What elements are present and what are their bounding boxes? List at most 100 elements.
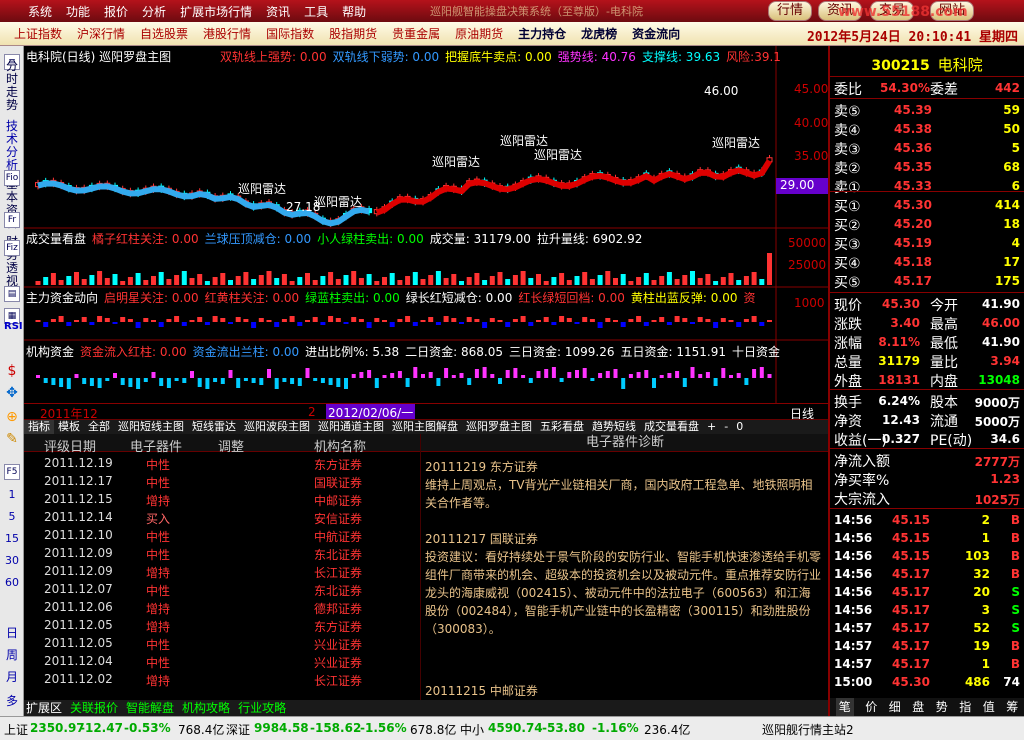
bid-level[interactable]: 买④ 45.18 17 [830, 253, 1024, 272]
menu-extended-market[interactable]: 扩展市场行情 [180, 3, 252, 20]
table-row[interactable]: 2011.12.05 中性 兴业证券 [24, 634, 420, 652]
tab-template[interactable]: 模板 [54, 420, 84, 434]
tab-channel-main[interactable]: 巡阳通道主图 [314, 420, 388, 434]
reset-button[interactable]: 0 [732, 420, 747, 434]
tab-wave-main[interactable]: 巡阳波段主图 [240, 420, 314, 434]
nav-dragon-tiger[interactable]: 龙虎榜 [581, 25, 617, 42]
zoom-out-button[interactable]: - [720, 420, 732, 434]
menu-function[interactable]: 功能 [66, 3, 90, 20]
nav-intl-index[interactable]: 国际指数 [266, 25, 314, 42]
period-day[interactable]: 日 [2, 624, 22, 641]
nav-futures[interactable]: 股指期货 [329, 25, 377, 42]
f5-icon[interactable]: F5 [4, 464, 20, 480]
menu-news[interactable]: 资讯 [266, 3, 290, 20]
zoom-icon[interactable]: ⊕ [4, 410, 20, 426]
table-row[interactable]: 2011.12.05 增持 东方证券 [24, 616, 420, 634]
market-button[interactable]: 行情 [768, 1, 813, 21]
table-row[interactable]: 2011.12.15 增持 中邮证券 [24, 490, 420, 508]
pencil-icon[interactable]: ✎ [4, 432, 20, 448]
tab-industry-guide[interactable]: 行业攻略 [238, 700, 286, 716]
tab-price[interactable]: 价 [865, 698, 877, 716]
ask-level[interactable]: 卖③ 45.36 5 [830, 139, 1024, 158]
tab-main-analysis[interactable]: 巡阳主图解盘 [388, 420, 462, 434]
menu-quote[interactable]: 报价 [104, 3, 128, 20]
menu-system[interactable]: 系统 [28, 3, 52, 20]
table-row[interactable]: 2011.12.19 中性 东方证券 [24, 454, 420, 472]
dollar-icon[interactable]: $ [4, 364, 20, 380]
period-week[interactable]: 周 [2, 646, 22, 663]
kline-chart-area[interactable]: 电科院(日线) 巡阳罗盘主图 双轨线上强势: 0.00 双轨线下弱势: 0.00… [24, 46, 828, 434]
menu-help[interactable]: 帮助 [342, 3, 366, 20]
menu-analysis[interactable]: 分析 [142, 3, 166, 20]
tab-ticks[interactable]: 笔 [835, 698, 854, 716]
fiz-icon[interactable]: Fiz [4, 240, 20, 256]
bid-level[interactable]: 买② 45.20 18 [830, 215, 1024, 234]
vtab-intraday[interactable]: 分时走势 [4, 60, 20, 112]
tab-compass-main[interactable]: 巡阳罗盘主图 [462, 420, 536, 434]
tab-smart-analysis[interactable]: 智能解盘 [126, 700, 174, 716]
fr-icon[interactable]: Fr [4, 212, 20, 228]
tab-short-main[interactable]: 巡阳短线主图 [114, 420, 188, 434]
nav-watchlist[interactable]: 自选股票 [140, 25, 188, 42]
nav-main-holdings[interactable]: 主力持仓 [518, 25, 566, 42]
nav-metals[interactable]: 贵重金属 [392, 25, 440, 42]
nav-fund-flow[interactable]: 资金流向 [632, 25, 680, 42]
period-15min[interactable]: 15 [2, 532, 22, 545]
tab-institution-guide[interactable]: 机构攻略 [182, 700, 230, 716]
tab-value[interactable]: 值 [983, 698, 995, 716]
tab-board[interactable]: 盘 [912, 698, 924, 716]
table-row[interactable]: 2011.12.09 中性 东北证券 [24, 544, 420, 562]
period-60min[interactable]: 60 [2, 576, 22, 589]
tab-all[interactable]: 全部 [84, 420, 114, 434]
tab-index[interactable]: 指 [959, 698, 971, 716]
chart-icon[interactable]: ▤ [4, 286, 20, 302]
table-row[interactable]: 2011.12.10 中性 中航证券 [24, 526, 420, 544]
nav-oil[interactable]: 原油期货 [455, 25, 503, 42]
fund-bar [212, 316, 218, 322]
tab-indicator[interactable]: 指标 [24, 420, 54, 434]
vtab-technical[interactable]: 技术分析 [4, 120, 20, 172]
col-date[interactable]: 评级日期 [44, 436, 96, 455]
period-1min[interactable]: 1 [2, 488, 22, 501]
ask-level[interactable]: 卖② 45.35 68 [830, 158, 1024, 177]
tab-trend[interactable]: 势 [936, 698, 948, 716]
tab-short-radar[interactable]: 短线雷达 [188, 420, 240, 434]
table-row[interactable]: 2011.12.06 增持 德邦证券 [24, 598, 420, 616]
tab-detail[interactable]: 细 [889, 698, 901, 716]
zoom-in-button[interactable]: + [703, 420, 720, 434]
nav-hs-market[interactable]: 沪深行情 [77, 25, 125, 42]
server-station[interactable]: 巡阳舰行情主站2 [762, 721, 854, 738]
period-multi[interactable]: 多 [2, 692, 22, 709]
menu-tools[interactable]: 工具 [304, 3, 328, 20]
ask-level[interactable]: 卖⑤ 45.39 59 [830, 101, 1024, 120]
nav-hk[interactable]: 港股行情 [203, 25, 251, 42]
table-row[interactable]: 2011.12.17 中性 国联证券 [24, 472, 420, 490]
table-row[interactable]: 2011.12.07 中性 东北证券 [24, 580, 420, 598]
period-month[interactable]: 月 [2, 668, 22, 685]
col-adjust[interactable]: 调整 [218, 436, 244, 455]
bid-level[interactable]: 买① 45.30 414 [830, 196, 1024, 215]
tab-color-board[interactable]: 五彩看盘 [536, 420, 588, 434]
col-institution[interactable]: 机构名称 [314, 436, 366, 455]
nav-sh-index[interactable]: 上证指数 [14, 25, 62, 42]
ask-level[interactable]: 卖④ 45.38 50 [830, 120, 1024, 139]
tab-volume-board[interactable]: 成交量看盘 [640, 420, 703, 434]
table-row[interactable]: 2011.12.14 买入 安信证券 [24, 508, 420, 526]
tab-chips[interactable]: 筹 [1006, 698, 1018, 716]
tab-related-quote[interactable]: 关联报价 [70, 700, 118, 716]
bid-level[interactable]: 买③ 45.19 4 [830, 234, 1024, 253]
tab-extension[interactable]: 扩展区 [26, 700, 62, 716]
bid-level[interactable]: 买⑤ 45.17 175 [830, 272, 1024, 291]
rsi-icon[interactable]: RSI [4, 320, 23, 336]
tab-trend-short[interactable]: 趋势短线 [588, 420, 640, 434]
ask-level[interactable]: 卖① 45.33 6 [830, 177, 1024, 196]
period-5min[interactable]: 5 [2, 510, 22, 523]
table-row[interactable]: 2011.12.04 中性 兴业证券 [24, 652, 420, 670]
fio-icon[interactable]: Fio [4, 170, 20, 186]
col-sector[interactable]: 电子器件 [130, 436, 182, 455]
table-row[interactable]: 2011.12.09 增持 长江证券 [24, 562, 420, 580]
period-30min[interactable]: 30 [2, 554, 22, 567]
move-icon[interactable]: ✥ [4, 386, 20, 402]
fund-bar [58, 316, 64, 322]
table-row[interactable]: 2011.12.02 增持 长江证券 [24, 670, 420, 688]
